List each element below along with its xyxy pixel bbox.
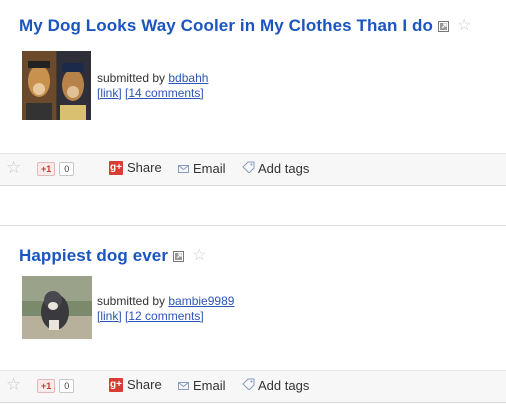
- plusone-count: 0: [59, 162, 75, 176]
- email-label: Email: [193, 378, 226, 393]
- plusone-button[interactable]: +1 0: [37, 162, 75, 176]
- tag-icon: [242, 378, 255, 393]
- share-label: Share: [127, 377, 162, 392]
- star-icon[interactable]: ☆: [6, 376, 21, 393]
- email-button[interactable]: Email: [178, 378, 226, 393]
- plusone-button[interactable]: +1 0: [37, 379, 75, 393]
- post-meta: submitted by bambie9989 [link] [12 comme…: [97, 294, 234, 324]
- add-tags-label: Add tags: [258, 161, 310, 176]
- plusone-badge: +1: [37, 162, 56, 176]
- star-icon[interactable]: ☆: [6, 159, 21, 176]
- add-tags-button[interactable]: Add tags: [242, 161, 309, 176]
- add-tags-label: Add tags: [258, 378, 310, 393]
- plusone-count: 0: [59, 379, 75, 393]
- share-button[interactable]: g+ Share: [109, 377, 162, 392]
- tag-icon: [242, 161, 255, 176]
- share-label: Share: [127, 160, 162, 175]
- envelope-icon: [178, 161, 189, 176]
- author-link[interactable]: bdbahh: [168, 71, 208, 85]
- post-action-bar: ☆ +1 0 g+ Share Email Add tags: [0, 153, 506, 186]
- permalink[interactable]: [link]: [97, 309, 122, 323]
- author-link[interactable]: bambie9989: [168, 294, 234, 308]
- submitted-by-label: submitted by: [97, 294, 169, 308]
- post-card: Happiest dog ever ☆ submitted by bambie9…: [0, 225, 506, 404]
- post-meta: submitted by bdbahh [link] [14 comments]: [97, 71, 208, 101]
- favorite-star-icon[interactable]: ☆: [457, 18, 471, 34]
- external-link-icon[interactable]: [437, 20, 449, 32]
- google-plus-icon: g+: [109, 160, 123, 175]
- post-title-link[interactable]: My Dog Looks Way Cooler in My Clothes Th…: [19, 16, 433, 36]
- post-title-link[interactable]: Happiest dog ever: [19, 246, 168, 266]
- post-thumbnail[interactable]: [22, 276, 92, 339]
- add-tags-button[interactable]: Add tags: [242, 378, 309, 393]
- submitted-by-label: submitted by: [97, 71, 169, 85]
- email-label: Email: [193, 161, 226, 176]
- plusone-badge: +1: [37, 379, 56, 393]
- google-plus-icon: g+: [109, 377, 123, 392]
- post-thumbnail[interactable]: [22, 51, 91, 120]
- comments-link[interactable]: [12 comments]: [125, 309, 204, 323]
- permalink[interactable]: [link]: [97, 86, 122, 100]
- post-title-row: My Dog Looks Way Cooler in My Clothes Th…: [19, 16, 471, 36]
- comments-link[interactable]: [14 comments]: [125, 86, 204, 100]
- email-button[interactable]: Email: [178, 161, 226, 176]
- post-title-row: Happiest dog ever ☆: [19, 246, 206, 266]
- envelope-icon: [178, 378, 189, 393]
- share-button[interactable]: g+ Share: [109, 160, 162, 175]
- post-action-bar: ☆ +1 0 g+ Share Email Add tags: [0, 370, 506, 403]
- favorite-star-icon[interactable]: ☆: [192, 248, 206, 264]
- external-link-icon[interactable]: [173, 250, 185, 262]
- post-card: My Dog Looks Way Cooler in My Clothes Th…: [0, 0, 506, 188]
